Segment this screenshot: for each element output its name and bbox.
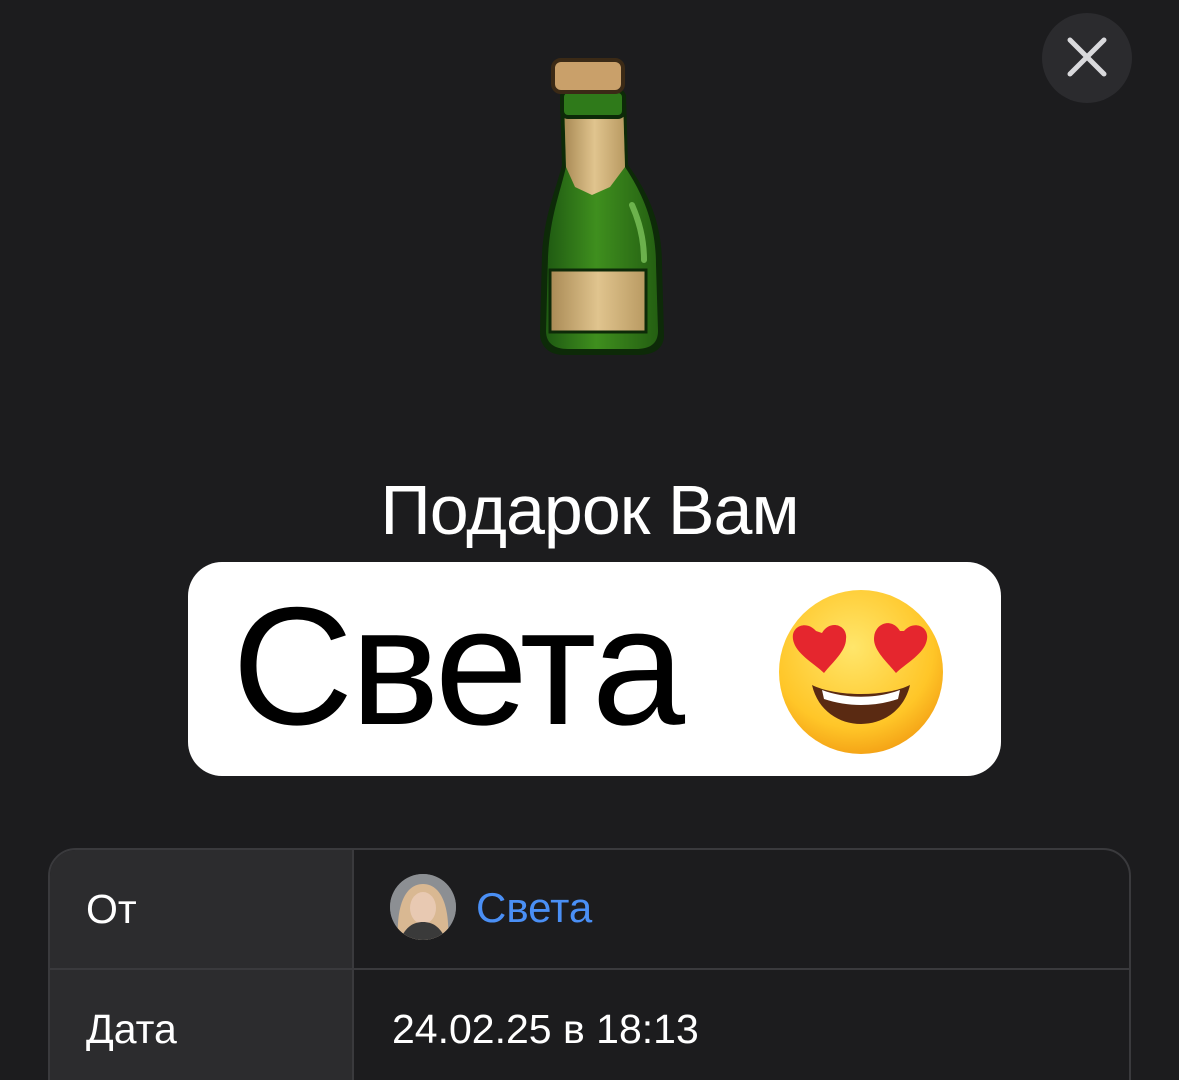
date-label: Дата xyxy=(86,1006,177,1052)
sender-name-banner: Света xyxy=(188,562,1001,776)
value-cell[interactable]: Света xyxy=(354,850,1129,968)
close-icon xyxy=(1067,37,1107,77)
table-row-date: Дата 24.02.25 в 18:13 xyxy=(50,968,1129,1080)
value-cell: 24.02.25 в 18:13 xyxy=(354,970,1129,1080)
label-cell: От xyxy=(50,850,354,968)
gift-info-table: От Света Дата 24.02.25 в 18:13 xyxy=(48,848,1131,1080)
smiling-face-with-heart-eyes-icon xyxy=(779,590,943,754)
gift-title: Подарок Вам xyxy=(380,471,799,549)
gift-details-sheet: Подарок Вам Света От Света Дата 24.02.25… xyxy=(0,0,1179,1080)
table-row-from: От Света xyxy=(50,850,1129,968)
from-label: От xyxy=(86,886,137,932)
champagne-bottle-icon xyxy=(540,58,664,355)
sender-link[interactable]: Света xyxy=(476,884,592,932)
avatar-photo-icon xyxy=(390,874,456,940)
label-cell: Дата xyxy=(50,970,354,1080)
avatar[interactable] xyxy=(390,874,456,940)
sender-name-large: Света xyxy=(232,572,685,760)
date-value: 24.02.25 в 18:13 xyxy=(392,1006,699,1052)
close-button[interactable] xyxy=(1042,13,1132,103)
